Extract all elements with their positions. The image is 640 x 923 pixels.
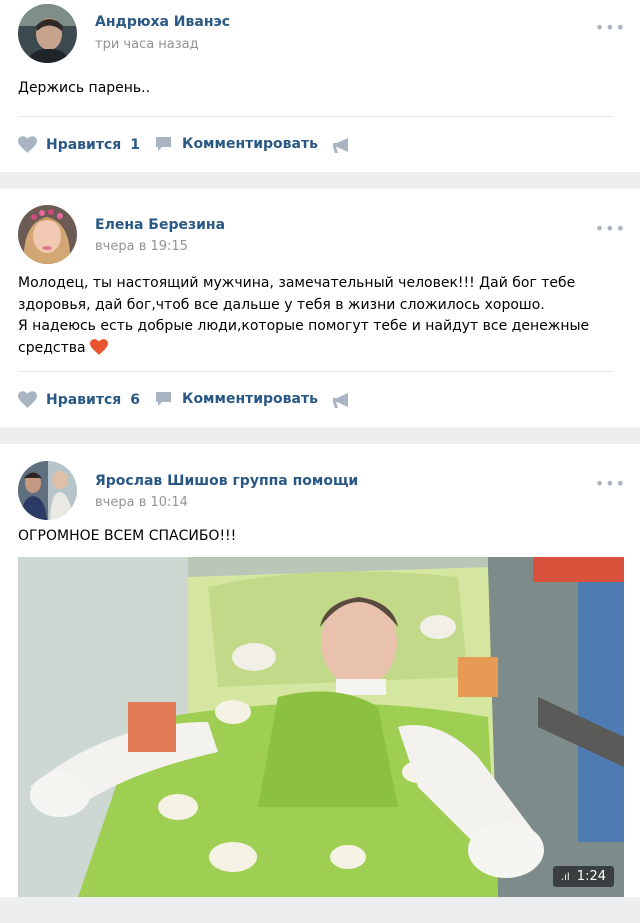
like-button[interactable]: Нравится 6 (18, 391, 140, 408)
share-button[interactable] (332, 138, 350, 154)
like-label: Нравится (46, 136, 122, 153)
post-text-fragment: средства (18, 339, 86, 356)
author-name[interactable]: Ярослав Шишов группа помощи (95, 473, 358, 489)
post-text-line: здоровья, дай бог,чтоб все дальше у тебя… (18, 296, 545, 313)
more-icon[interactable]: ••• (595, 18, 626, 37)
post-text-line: средства (18, 338, 622, 360)
post-text: Молодец, ты настоящий мужчина, замечател… (0, 264, 640, 371)
like-label: Нравится (46, 391, 122, 408)
video-duration: 1:24 (576, 869, 606, 884)
heart-icon (18, 391, 37, 408)
comment-feed: Андрюха Иванэс три часа назад ••• Держис… (0, 0, 640, 897)
post-text-line: ОГРОМНОЕ ВСЕМ СПАСИБО!!! (18, 528, 237, 544)
post-header: Елена Березина вчера в 19:15 ••• (0, 189, 640, 264)
video-player[interactable]: .ıl 1:24 (18, 557, 624, 897)
video-duration-badge: .ıl 1:24 (552, 866, 614, 887)
avatar[interactable] (18, 461, 77, 520)
author-name[interactable]: Андрюха Иванэс (95, 14, 230, 30)
avatar[interactable] (18, 4, 77, 63)
comment-label: Комментировать (182, 391, 318, 407)
post-text-line: Молодец, ты настоящий мужчина, замечател… (18, 275, 576, 291)
post-actions: Нравится 1 Комментировать (0, 117, 640, 172)
post-text-line: Держись парень.. (18, 80, 151, 96)
post-time[interactable]: вчера в 10:14 (95, 495, 188, 510)
comment-button[interactable]: Комментировать (155, 391, 318, 407)
heart-emoji-icon (90, 338, 109, 355)
like-count: 1 (130, 136, 141, 153)
share-icon (333, 393, 348, 408)
comment-label: Комментировать (182, 136, 318, 152)
author-name[interactable]: Елена Березина (95, 217, 225, 233)
video-thumbnail (18, 557, 624, 897)
post-header: Андрюха Иванэс три часа назад ••• (0, 0, 640, 68)
heart-icon (18, 136, 37, 153)
comment-icon (156, 392, 171, 406)
more-icon[interactable]: ••• (595, 474, 626, 493)
comment-post: Андрюха Иванэс три часа назад ••• Держис… (0, 0, 640, 172)
like-button[interactable]: Нравится 1 (18, 136, 140, 153)
post-text: Держись парень.. (0, 68, 640, 116)
comment-button[interactable]: Комментировать (155, 136, 318, 152)
comment-post: Ярослав Шишов группа помощи вчера в 10:1… (0, 444, 640, 897)
share-button[interactable] (332, 393, 350, 409)
post-text-line: Я надеюсь есть добрые люди,которые помог… (18, 318, 590, 334)
post-time[interactable]: три часа назад (95, 37, 199, 52)
post-header: Ярослав Шишов группа помощи вчера в 10:1… (0, 444, 640, 520)
comment-icon (156, 137, 171, 151)
more-icon[interactable]: ••• (595, 219, 626, 238)
post-time[interactable]: вчера в 19:15 (95, 239, 188, 254)
video-stats-icon: .ıl (560, 872, 570, 883)
post-actions: Нравится 6 Комментировать (0, 372, 640, 427)
share-icon (333, 138, 348, 153)
comment-post: Елена Березина вчера в 19:15 ••• Молодец… (0, 189, 640, 427)
post-text: ОГРОМНОЕ ВСЕМ СПАСИБО!!! (0, 518, 640, 557)
like-count: 6 (130, 391, 141, 408)
avatar[interactable] (18, 205, 77, 264)
